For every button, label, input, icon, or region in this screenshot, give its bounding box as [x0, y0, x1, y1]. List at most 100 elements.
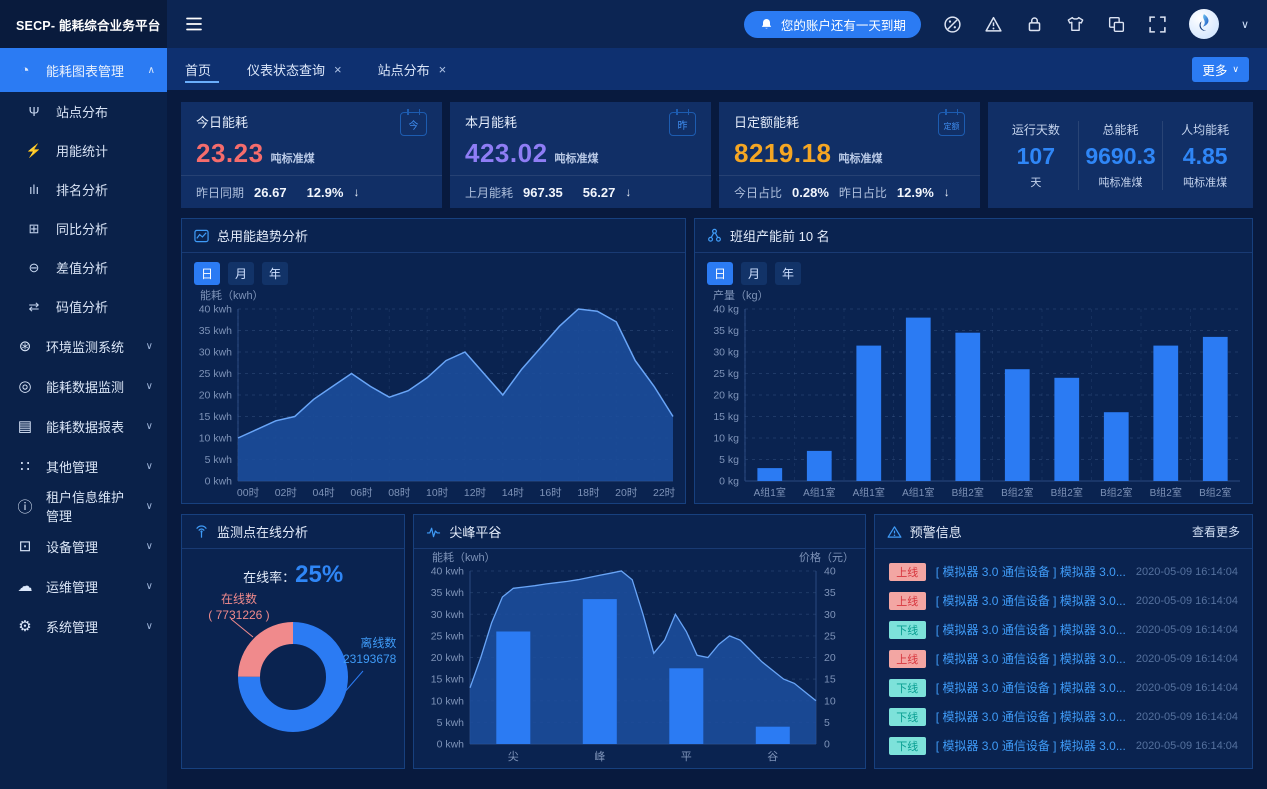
svg-text:峰: 峰: [595, 750, 606, 763]
theme-palette-icon[interactable]: [943, 15, 962, 34]
peak-valley-combo-chart: 能耗（kwh）价格（元）0 kwh5 kwh10 kwh15 kwh20 kwh…: [414, 549, 864, 768]
svg-text:25 kwh: 25 kwh: [431, 630, 464, 642]
sidebar-item-label: 能耗数据监测: [46, 377, 124, 396]
kpi-foot-value: 12.9%: [307, 185, 344, 200]
kpi-value: 8219.18: [734, 138, 831, 169]
sidebar-item-yoy-analysis[interactable]: ⊞ 同比分析: [0, 209, 167, 248]
status-badge: 下线: [889, 737, 926, 755]
alert-row[interactable]: 下线 [ 模拟器 3.0 通信设备 ] 模拟器 3.0... 2020-05-0…: [877, 673, 1250, 702]
svg-text:A组1室: A组1室: [803, 486, 835, 499]
swap-arrows-icon: ⇄: [25, 299, 43, 315]
svg-text:18时: 18时: [577, 487, 600, 499]
svg-text:A组1室: A组1室: [853, 486, 885, 499]
card-online-monitoring: 监测点在线分析 在线率：25% 在线数 ( 7731226 ) 离线数 2319…: [181, 514, 405, 769]
tab-year[interactable]: 年: [262, 262, 288, 285]
tshirt-theme-icon[interactable]: [1066, 15, 1085, 34]
sidebar-item-ranking-analysis[interactable]: ılı 排名分析: [0, 170, 167, 209]
svg-text:B组2室: B组2室: [952, 486, 984, 499]
svg-text:20 kwh: 20 kwh: [431, 652, 464, 664]
svg-text:A组1室: A组1室: [754, 486, 786, 499]
sidebar-item-energy-usage-stats[interactable]: ⚡ 用能统计: [0, 131, 167, 170]
svg-text:15 kwh: 15 kwh: [431, 674, 464, 686]
svg-text:30: 30: [824, 609, 836, 621]
card-team-capacity: 班组产能前 10 名 日 月 年 产量（kg）0 kg5 kg10 kg15 k…: [694, 218, 1253, 504]
svg-text:12时: 12时: [464, 487, 487, 499]
tab-month[interactable]: 月: [741, 262, 767, 285]
alert-row[interactable]: 上线 [ 模拟器 3.0 通信设备 ] 模拟器 3.0... 2020-05-0…: [877, 644, 1250, 673]
gear-icon: ⚙: [16, 617, 34, 635]
alert-row[interactable]: 下线 [ 模拟器 3.0 通信设备 ] 模拟器 3.0... 2020-05-0…: [877, 702, 1250, 731]
sidebar-item-energy-data-reports[interactable]: ▤ 能耗数据报表 ∨: [0, 406, 167, 446]
trend-chart-icon: [194, 229, 209, 243]
chevron-down-icon: ∨: [146, 461, 153, 472]
alert-device-text: [ 模拟器 3.0 通信设备 ] 模拟器 3.0...: [936, 563, 1126, 580]
svg-text:产量（kg）: 产量（kg）: [713, 288, 769, 302]
tab-year[interactable]: 年: [775, 262, 801, 285]
user-avatar[interactable]: [1189, 9, 1219, 39]
close-icon[interactable]: ×: [439, 62, 447, 77]
close-icon[interactable]: ×: [334, 62, 342, 77]
alert-row[interactable]: 上线 [ 模拟器 3.0 通信设备 ] 模拟器 3.0... 2020-05-0…: [877, 557, 1250, 586]
trend-down-arrow: ↓: [944, 185, 950, 199]
svg-text:20时: 20时: [615, 487, 638, 499]
svg-text:能耗（kwh）: 能耗（kwh）: [432, 550, 496, 564]
alert-timestamp: 2020-05-09 16:14:04: [1136, 566, 1238, 578]
trend-down-arrow: ↓: [353, 185, 359, 199]
team-period-tabs: 日 月 年: [695, 253, 1252, 287]
alert-row[interactable]: 上线 [ 模拟器 3.0 通信设备 ] 模拟器 3.0... 2020-05-0…: [877, 586, 1250, 615]
kpi-unit: 吨标准煤: [271, 150, 315, 166]
antenna-icon: [194, 524, 209, 539]
svg-text:谷: 谷: [768, 750, 779, 763]
tab-home[interactable]: 首页: [185, 48, 211, 90]
kpi-footer: 今日占比 0.28% 昨日占比 12.9% ↓: [719, 175, 980, 208]
sidebar-item-operations-management[interactable]: ☁ 运维管理 ∨: [0, 566, 167, 606]
alert-row[interactable]: 下线 [ 模拟器 3.0 通信设备 ] 模拟器 3.0... 2020-05-0…: [877, 615, 1250, 644]
calendar-quota-icon: 定额: [938, 112, 965, 136]
sidebar-item-system-management[interactable]: ⚙ 系统管理 ∨: [0, 606, 167, 646]
alert-timestamp: 2020-05-09 16:14:04: [1136, 653, 1238, 665]
collapse-menu-icon[interactable]: [185, 16, 205, 32]
svg-text:14时: 14时: [502, 487, 525, 499]
alert-device-text: [ 模拟器 3.0 通信设备 ] 模拟器 3.0...: [936, 592, 1126, 609]
fullscreen-icon[interactable]: [1148, 15, 1167, 34]
sidebar-item-energy-data-monitoring[interactable]: ◎ 能耗数据监测 ∨: [0, 366, 167, 406]
warning-triangle-icon[interactable]: [984, 15, 1003, 34]
monitor-icon: ⊡: [16, 537, 34, 555]
svg-text:5 kwh: 5 kwh: [205, 454, 233, 466]
account-expiry-notice[interactable]: 您的账户还有一天到期: [744, 11, 921, 38]
sidebar-item-difference-analysis[interactable]: ⊖ 差值分析: [0, 248, 167, 287]
sidebar-item-label: 码值分析: [56, 297, 108, 316]
sidebar-item-other-management[interactable]: ∷ 其他管理 ∨: [0, 446, 167, 486]
alert-row[interactable]: 下线 [ 模拟器 3.0 通信设备 ] 模拟器 3.0... 2020-05-0…: [877, 731, 1250, 760]
tab-site-distribution[interactable]: 站点分布 ×: [378, 48, 447, 90]
chevron-down-icon: ∨: [146, 541, 153, 552]
sidebar-item-label: 设备管理: [46, 537, 98, 556]
sidebar-item-code-value-analysis[interactable]: ⇄ 码值分析: [0, 287, 167, 326]
svg-text:15 kg: 15 kg: [713, 411, 739, 423]
sidebar-item-tenant-info-management[interactable]: ⓘ 租户信息维护管理 ∨: [0, 486, 167, 526]
sidebar-item-site-distribution[interactable]: Ψ 站点分布: [0, 92, 167, 131]
view-more-link[interactable]: 查看更多: [1192, 523, 1240, 540]
kpi-foot-value: 26.67: [254, 185, 287, 200]
sidebar-item-label: 系统管理: [46, 617, 98, 636]
tab-day[interactable]: 日: [707, 262, 733, 285]
tab-day[interactable]: 日: [194, 262, 220, 285]
chevron-down-icon: ∨: [1232, 64, 1239, 75]
lock-icon[interactable]: [1025, 15, 1044, 34]
tab-meter-status[interactable]: 仪表状态查询 ×: [247, 48, 342, 90]
app-title: SECP- 能耗综合业务平台: [16, 15, 160, 34]
card-energy-trend: 总用能趋势分析 日 月 年 能耗（kwh）0 kwh5 kwh10 kwh15 …: [181, 218, 686, 504]
tab-month[interactable]: 月: [228, 262, 254, 285]
sidebar-item-device-management[interactable]: ⊡ 设备管理 ∨: [0, 526, 167, 566]
leaf-icon: ⊛: [16, 337, 34, 355]
language-switch-icon[interactable]: [1107, 15, 1126, 34]
apps-icon: ∷: [16, 457, 34, 475]
sidebar-item-energy-charts[interactable]: ◔ 能耗图表管理 ∧: [0, 48, 167, 92]
more-tabs-button[interactable]: 更多 ∨: [1192, 57, 1249, 82]
sidebar-item-environment-monitoring[interactable]: ⊛ 环境监测系统 ∨: [0, 326, 167, 366]
svg-text:40: 40: [824, 566, 836, 578]
user-menu-chevron-icon[interactable]: ∨: [1241, 18, 1249, 31]
svg-text:B组2室: B组2室: [1051, 486, 1083, 499]
kpi-footer: 昨日同期 26.67 12.9% ↓: [181, 175, 442, 208]
card-alerts: 预警信息 查看更多 上线 [ 模拟器 3.0 通信设备 ] 模拟器 3.0...…: [874, 514, 1253, 769]
